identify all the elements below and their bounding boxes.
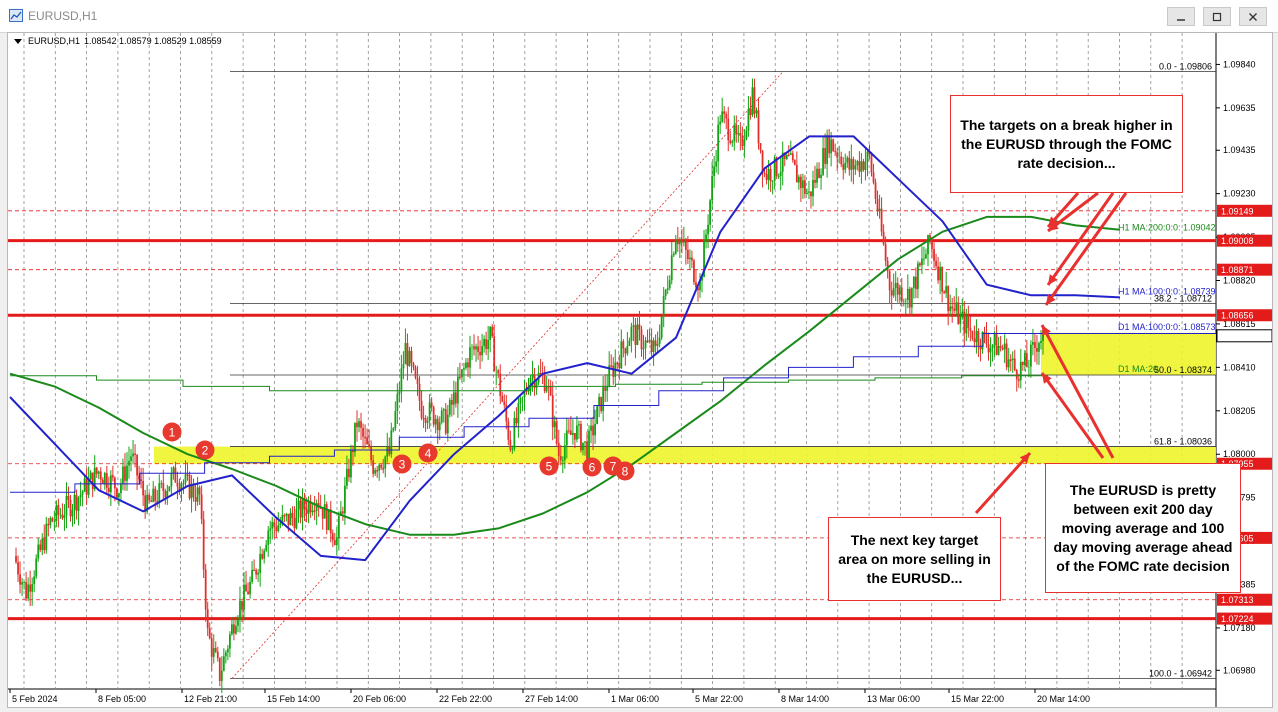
swing-marker-1: 1 xyxy=(163,423,182,442)
swing-marker-label: 6 xyxy=(589,461,596,475)
window-title: EURUSD,H1 xyxy=(28,9,97,23)
y-tick-label-14: 1.06980 xyxy=(1223,665,1256,675)
price-tag-3: 1.08656 xyxy=(1221,311,1254,321)
swing-marker-2: 2 xyxy=(196,441,215,460)
swing-marker-label: 1 xyxy=(169,426,176,440)
x-tick-label-4: 20 Feb 06:00 xyxy=(353,694,406,704)
y-tick-label-5: 1.08820 xyxy=(1223,276,1256,286)
chart-window-icon xyxy=(9,9,23,22)
swing-marker-label: 3 xyxy=(399,458,406,472)
price-tag-0: 1.09149 xyxy=(1221,206,1254,216)
minimize-icon xyxy=(1176,12,1186,22)
swing-marker-label: 8 xyxy=(622,465,629,479)
minimize-button[interactable] xyxy=(1167,7,1195,26)
x-tick-label-2: 12 Feb 21:00 xyxy=(184,694,237,704)
close-icon xyxy=(1248,12,1258,22)
y-tick-label-0: 1.09840 xyxy=(1223,59,1256,69)
x-tick-label-3: 15 Feb 14:00 xyxy=(267,694,320,704)
x-tick-label-1: 8 Feb 05:00 xyxy=(98,694,146,704)
swing-marker-4: 4 xyxy=(419,444,438,463)
y-tick-label-7: 1.08410 xyxy=(1223,362,1256,372)
fibonacci-label-0: 0.0 - 1.09806 xyxy=(1159,62,1212,72)
price-tag-8: 1.07224 xyxy=(1221,614,1254,624)
swing-marker-label: 4 xyxy=(425,447,432,461)
price-tag-1: 1.09008 xyxy=(1221,236,1254,246)
y-tick-label-8: 1.08205 xyxy=(1223,406,1256,416)
swing-marker-label: 2 xyxy=(202,444,209,458)
fibonacci-label-4: 100.0 - 1.06942 xyxy=(1149,668,1212,678)
y-tick-label-2: 1.09435 xyxy=(1223,145,1256,155)
ma-label-3: D1 MA:20 xyxy=(1118,364,1158,374)
ohlc-values: 1.08542 1.08579 1.08529 1.08559 xyxy=(84,36,222,46)
swing-marker-6: 6 xyxy=(583,458,602,477)
maximize-icon xyxy=(1212,12,1222,22)
dropdown-triangle-icon[interactable] xyxy=(14,39,22,44)
x-tick-label-12: 20 Mar 14:00 xyxy=(1037,694,1090,704)
price-tag-4: 1.08559 xyxy=(1221,331,1254,341)
maximize-button[interactable] xyxy=(1203,7,1231,26)
x-tick-label-6: 27 Feb 14:00 xyxy=(525,694,578,704)
annotation-between-averages: The EURUSD is pretty between exit 200 da… xyxy=(1045,463,1241,593)
swing-marker-3: 3 xyxy=(393,455,412,474)
x-tick-label-5: 22 Feb 22:00 xyxy=(439,694,492,704)
x-tick-label-10: 13 Mar 06:00 xyxy=(867,694,920,704)
chart-window: 0.0 - 1.0980638.2 - 1.0871250.0 - 1.0837… xyxy=(7,32,1273,708)
x-tick-label-8: 5 Mar 22:00 xyxy=(695,694,743,704)
window-titlebar: EURUSD,H1 xyxy=(0,0,1278,33)
symbol-ohlc-header: EURUSD,H1 1.08542 1.08579 1.08529 1.0855… xyxy=(14,36,222,46)
annotation-targets-higher: The targets on a break higher in the EUR… xyxy=(950,95,1183,193)
symbol-label: EURUSD,H1 xyxy=(28,36,80,46)
annotation-next-target-lower: The next key target area on more selling… xyxy=(828,517,1001,601)
price-tag-7: 1.07313 xyxy=(1221,595,1254,605)
support-zone-highlight xyxy=(154,447,1216,464)
y-tick-label-1: 1.09635 xyxy=(1223,103,1256,113)
ma-label-2: D1 MA:100:0:0: 1.08573 xyxy=(1118,322,1216,332)
y-tick-label-3: 1.09230 xyxy=(1223,189,1256,199)
swing-marker-label: 5 xyxy=(546,460,553,474)
x-tick-label-11: 15 Mar 22:00 xyxy=(951,694,1004,704)
ma-label-0: H1 MA:200:0:0: 1.09042 xyxy=(1118,222,1216,232)
fibonacci-label-3: 61.8 - 1.08036 xyxy=(1154,437,1212,447)
x-tick-label-7: 1 Mar 06:00 xyxy=(611,694,659,704)
ma-label-1: H1 MA:100:0:0: 1.08739 xyxy=(1118,287,1216,297)
x-tick-label-0: 5 Feb 2024 xyxy=(12,694,58,704)
y-tick-label-9: 1.08000 xyxy=(1223,449,1256,459)
swing-marker-5: 5 xyxy=(540,457,559,476)
fibonacci-label-2: 50.0 - 1.08374 xyxy=(1154,365,1212,375)
x-tick-label-9: 8 Mar 14:00 xyxy=(781,694,829,704)
price-tag-2: 1.08871 xyxy=(1221,265,1254,275)
swing-marker-8: 8 xyxy=(616,462,635,481)
close-button[interactable] xyxy=(1239,7,1267,26)
